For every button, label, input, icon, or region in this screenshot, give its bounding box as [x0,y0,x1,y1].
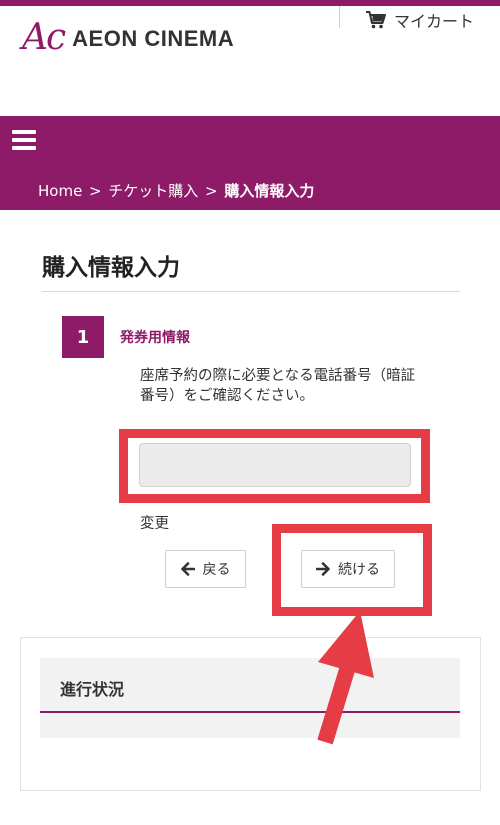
arrow-left-icon [180,562,195,576]
change-link[interactable]: 変更 [140,512,169,533]
hamburger-menu-icon[interactable] [12,130,36,150]
progress-title-rule [40,711,460,713]
shopping-cart-icon [366,11,386,29]
back-button-label: 戻る [202,562,231,578]
chevron-right-icon: > [205,181,218,200]
step-description: 座席予約の際に必要となる電話番号（暗証番号）をご確認ください。 [140,368,416,404]
chevron-right-icon: > [89,181,102,200]
navigation-band: Home > チケット購入 > 購入情報入力 [0,116,500,210]
breadcrumb-home[interactable]: Home [38,182,82,200]
aeon-cinema-logo[interactable]: Ac AEON CINEMA [22,20,234,56]
breadcrumb-ticket-purchase[interactable]: チケット購入 [108,180,198,201]
page-title: 購入情報入力 [42,255,180,281]
my-cart-link[interactable]: マイカート [366,8,474,32]
step-title: 発券用情報 [120,330,190,346]
cart-divider [339,6,340,28]
breadcrumb-current: 購入情報入力 [224,182,315,200]
breadcrumb: Home > チケット購入 > 購入情報入力 [38,180,314,201]
back-button[interactable]: 戻る [165,550,246,588]
cart-label: マイカート [394,12,475,31]
logo-text: AEON CINEMA [72,26,235,51]
progress-title: 進行状況 [60,680,125,699]
title-divider [42,291,460,292]
phone-number-input[interactable] [139,443,411,487]
logo-mark: Ac [22,17,66,58]
step-number-badge: 1 [62,316,104,358]
annotation-highlight-button [272,524,432,616]
